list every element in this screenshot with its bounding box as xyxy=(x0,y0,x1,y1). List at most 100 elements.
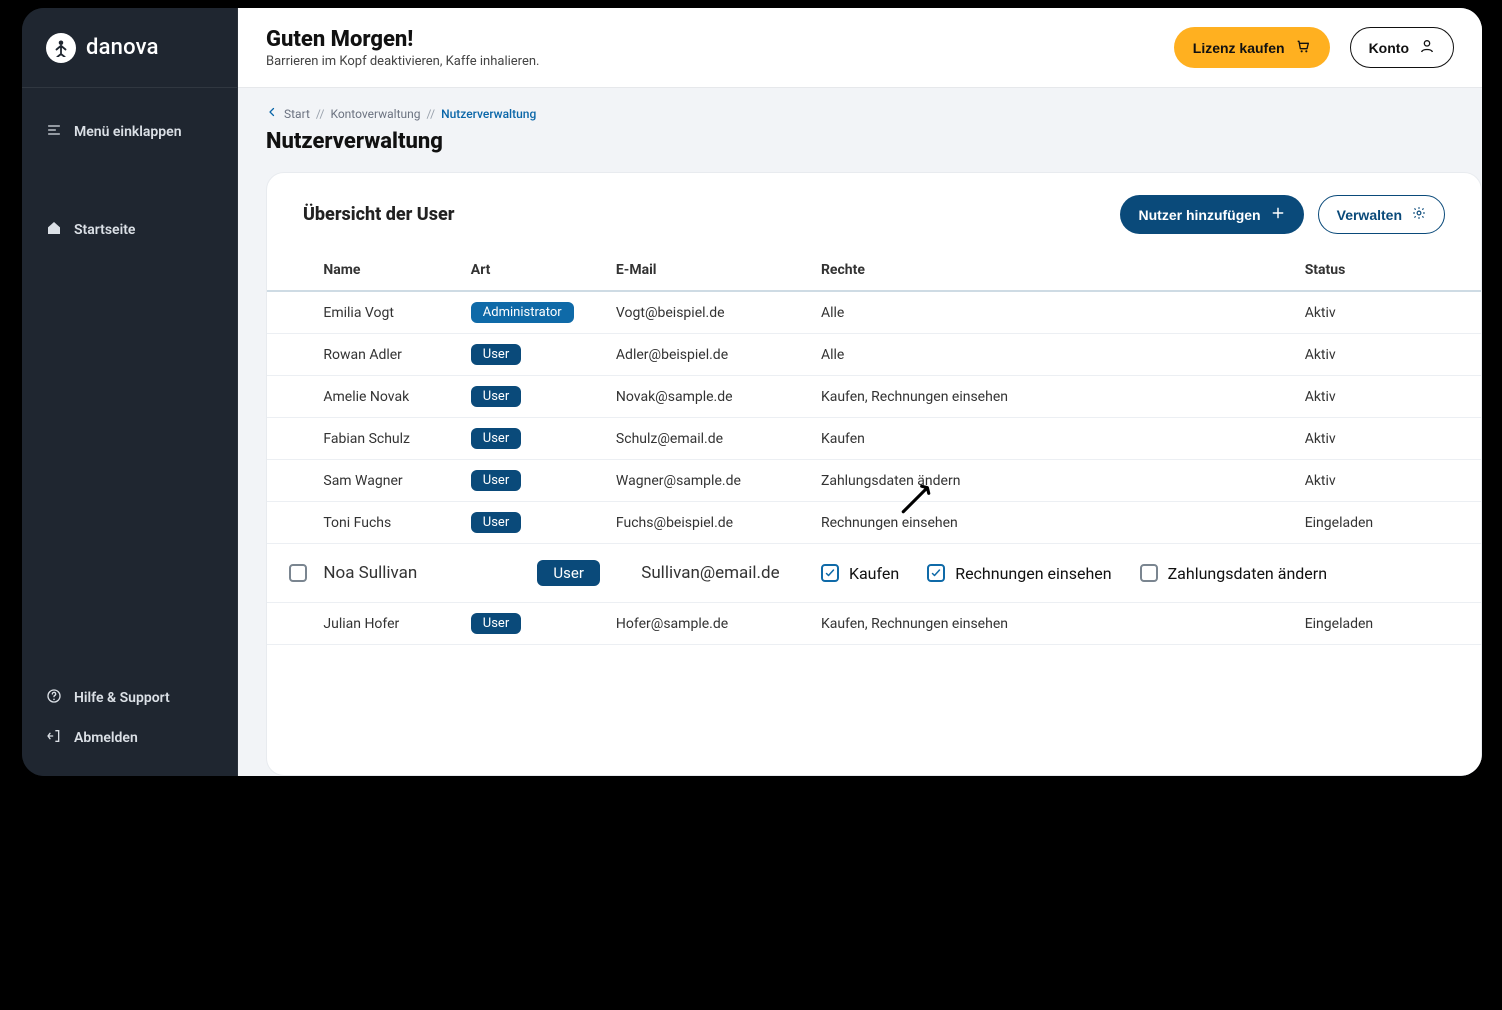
chevron-left-icon[interactable] xyxy=(266,106,278,121)
menu-collapse-icon xyxy=(46,122,62,142)
cell-name: Amelie Novak xyxy=(315,376,462,418)
cell-name: Emilia Vogt xyxy=(315,291,462,334)
collapse-menu-button[interactable]: Menü einklappen xyxy=(34,112,225,152)
add-user-label: Nutzer hinzufügen xyxy=(1139,207,1261,223)
checkbox[interactable] xyxy=(289,564,307,582)
page-title: Nutzerverwaltung xyxy=(266,129,1454,154)
table-row[interactable]: Fabian SchulzUserSchulz@email.deKaufenAk… xyxy=(267,418,1481,460)
cell-email: Wagner@sample.de xyxy=(608,460,813,502)
manage-label: Verwalten xyxy=(1337,207,1402,223)
checkbox[interactable] xyxy=(1140,564,1158,582)
cell-email: Fuchs@beispiel.de xyxy=(608,502,813,544)
manage-button[interactable]: Verwalten xyxy=(1318,195,1445,234)
cell-email: Vogt@beispiel.de xyxy=(608,291,813,334)
user-card: Übersicht der User Nutzer hinzufügen Ver… xyxy=(266,172,1482,776)
topbar: Guten Morgen! Barrieren im Kopf deaktivi… xyxy=(238,8,1482,88)
cell-rights: Kaufen, Rechnungen einsehen xyxy=(813,376,1297,418)
greeting-subtitle: Barrieren im Kopf deaktivieren, Kaffe in… xyxy=(266,54,539,69)
type-badge: User xyxy=(471,344,521,365)
sidebar-item-label: Hilfe & Support xyxy=(74,690,170,706)
cell-status: Eingeladen xyxy=(1297,603,1481,645)
account-label: Konto xyxy=(1369,40,1409,56)
plus-icon xyxy=(1271,206,1285,223)
breadcrumb-separator: // xyxy=(316,107,325,121)
buy-license-button[interactable]: Lizenz kaufen xyxy=(1174,27,1330,68)
cell-rights: Alle xyxy=(813,291,1297,334)
collapse-menu-label: Menü einklappen xyxy=(74,124,182,140)
type-badge: User xyxy=(471,470,521,491)
greeting-title: Guten Morgen! xyxy=(266,27,539,52)
cell-email: Hofer@sample.de xyxy=(608,603,813,645)
help-icon xyxy=(46,688,62,708)
cell-rights: Kaufen xyxy=(813,418,1297,460)
cell-status: Aktiv xyxy=(1297,291,1481,334)
type-badge: User xyxy=(471,613,521,634)
logo-icon xyxy=(46,33,76,63)
cell-rights: Alle xyxy=(813,334,1297,376)
breadcrumb-separator: // xyxy=(427,107,436,121)
account-button[interactable]: Konto xyxy=(1350,27,1454,68)
cell-status: Aktiv xyxy=(1297,376,1481,418)
sidebar-item-help[interactable]: Hilfe & Support xyxy=(34,678,225,718)
type-badge: User xyxy=(537,560,600,586)
breadcrumb: Start // Kontoverwaltung // Nutzerverwal… xyxy=(266,96,1454,131)
card-title: Übersicht der User xyxy=(303,204,454,225)
user-icon xyxy=(1419,38,1435,57)
sidebar: danova Menü einklappen Startseite xyxy=(22,8,238,776)
col-rights[interactable]: Rechte xyxy=(813,252,1297,291)
breadcrumb-level1[interactable]: Kontoverwaltung xyxy=(330,107,420,121)
brand-name: danova xyxy=(86,35,159,60)
main: Guten Morgen! Barrieren im Kopf deaktivi… xyxy=(238,8,1482,776)
col-email[interactable]: E-Mail xyxy=(608,252,813,291)
cell-rights: Kaufen, Rechnungen einsehen xyxy=(813,603,1297,645)
gear-icon xyxy=(1412,206,1426,223)
table-row[interactable]: Toni Fuchs User Fuchs@beispiel.deRechnunge… xyxy=(267,502,1481,544)
breadcrumb-root[interactable]: Start xyxy=(284,107,310,121)
table-row[interactable]: Amelie Novak User Novak@sample.deKaufen, R… xyxy=(267,376,1481,418)
type-badge: Administrator xyxy=(471,302,574,323)
col-status[interactable]: Status xyxy=(1297,252,1481,291)
sidebar-item-logout[interactable]: Abmelden xyxy=(34,718,225,758)
user-table: Name Art E-Mail Rechte Status Emilia Vog… xyxy=(267,252,1481,645)
cell-name: Rowan Adler xyxy=(315,334,462,376)
checkbox[interactable] xyxy=(927,564,945,582)
cell-status: Aktiv xyxy=(1297,460,1481,502)
right-label: Rechnungen einsehen xyxy=(955,564,1111,583)
breadcrumb-current: Nutzerverwaltung xyxy=(441,107,536,121)
table-row-editing[interactable]: Noa Sullivan User Sullivan@email.de Kaufen R… xyxy=(267,544,1481,603)
cell-email: Schulz@email.de xyxy=(608,418,813,460)
cell-email: Adler@beispiel.de xyxy=(608,334,813,376)
sidebar-item-home[interactable]: Startseite xyxy=(34,210,225,250)
add-user-button[interactable]: Nutzer hinzufügen xyxy=(1120,195,1304,234)
sidebar-item-label: Startseite xyxy=(74,222,135,238)
table-row[interactable]: Julian Hofer User Hofer@sample.deKaufen, R… xyxy=(267,603,1481,645)
cell-status: Aktiv xyxy=(1297,418,1481,460)
buy-license-label: Lizenz kaufen xyxy=(1193,40,1285,56)
logo: danova xyxy=(22,8,237,88)
cell-name: Fabian Schulz xyxy=(315,418,462,460)
right-label: Zahlungsdaten ändern xyxy=(1168,564,1327,583)
table-row[interactable]: Rowan Adler User Adler@beispiel.deAlleAkti… xyxy=(267,334,1481,376)
cart-icon xyxy=(1295,38,1311,57)
type-badge: User xyxy=(471,512,521,533)
logout-icon xyxy=(46,728,62,748)
type-badge: User xyxy=(471,386,521,407)
home-icon xyxy=(46,220,62,240)
cell-name: Noa Sullivan xyxy=(323,563,417,583)
cell-rights: Rechnungen einsehen xyxy=(813,502,1297,544)
cell-status: Aktiv xyxy=(1297,334,1481,376)
cell-email: Novak@sample.de xyxy=(608,376,813,418)
sidebar-item-label: Abmelden xyxy=(74,730,138,746)
cell-name: Toni Fuchs xyxy=(315,502,462,544)
table-row[interactable]: Sam Wagner User Wagner@sample.deZahlungsda… xyxy=(267,460,1481,502)
col-name[interactable]: Name xyxy=(315,252,462,291)
col-type[interactable]: Art xyxy=(463,252,608,291)
cell-name: Julian Hofer xyxy=(315,603,462,645)
checkbox[interactable] xyxy=(821,564,839,582)
right-label: Kaufen xyxy=(849,564,899,583)
table-row[interactable]: Emilia Vogt Administrator Vogt@beispiel.de… xyxy=(267,291,1481,334)
cell-rights: Zahlungsdaten ändern xyxy=(813,460,1297,502)
cell-status: Eingeladen xyxy=(1297,502,1481,544)
cell-email: Sullivan@email.de xyxy=(616,563,805,583)
cell-name: Sam Wagner xyxy=(315,460,462,502)
